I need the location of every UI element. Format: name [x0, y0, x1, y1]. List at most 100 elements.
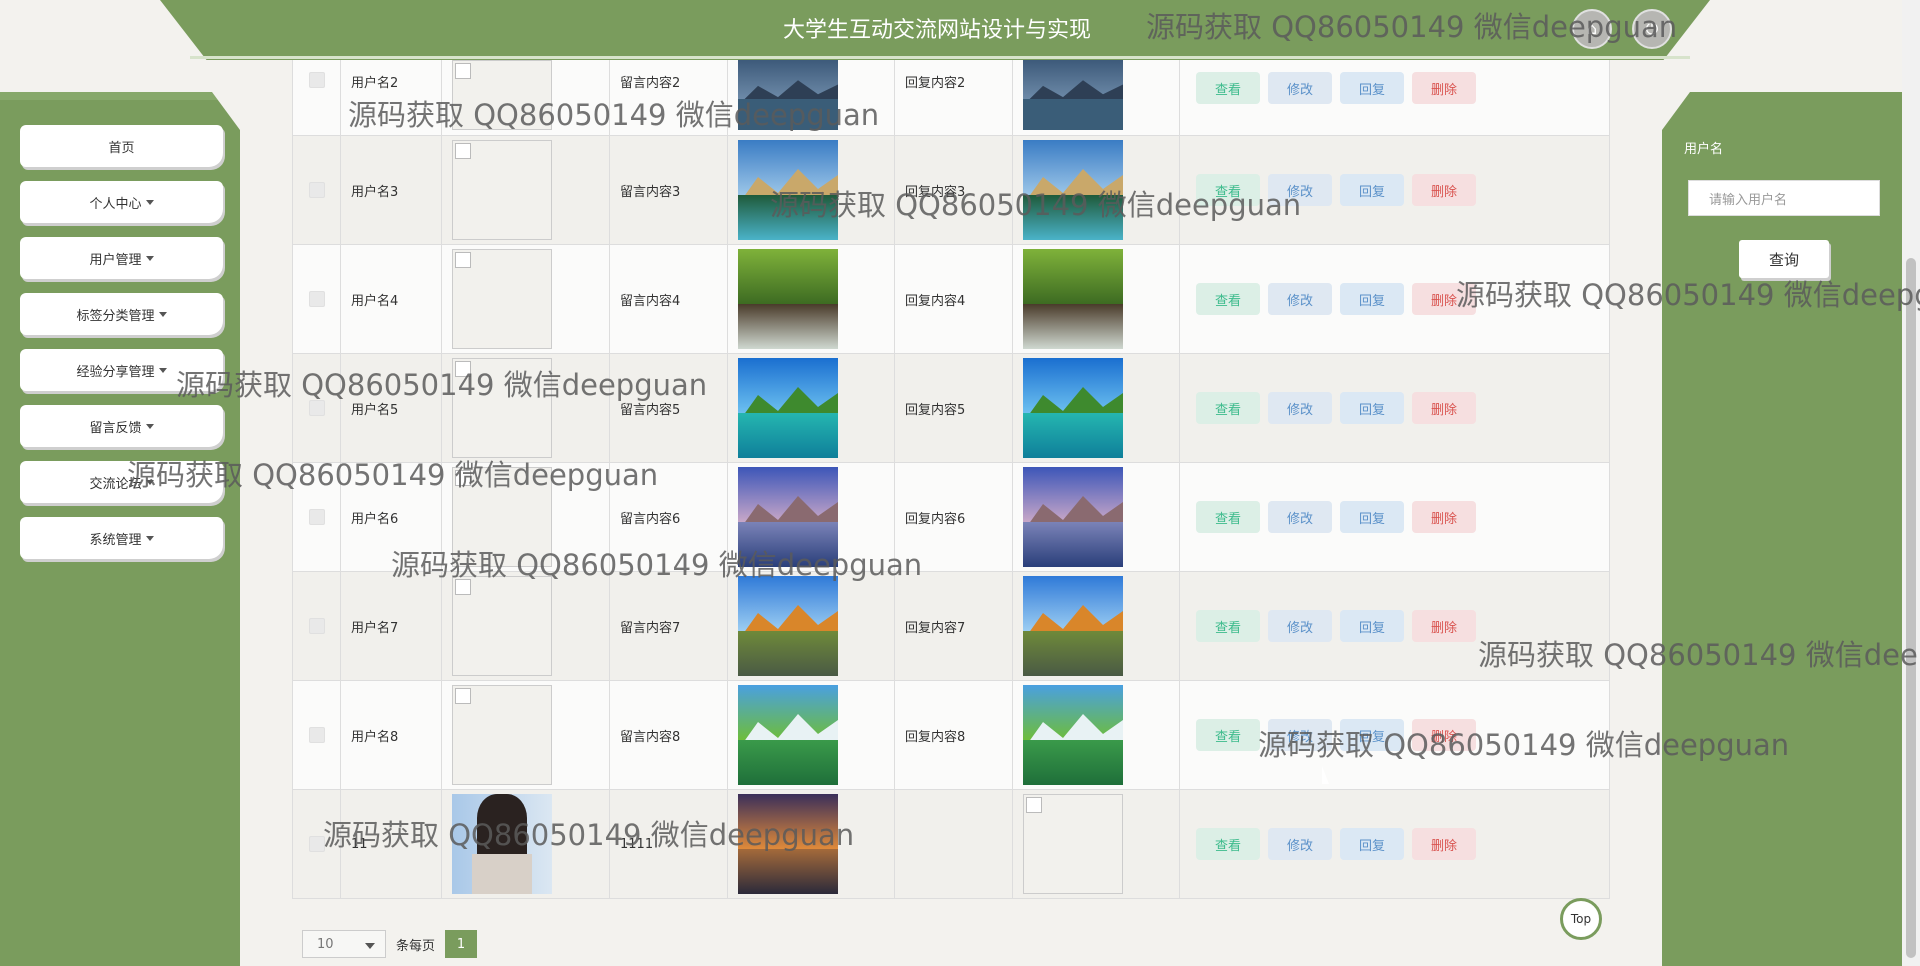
- delete-button[interactable]: 删除: [1412, 610, 1476, 642]
- sidebar-item-tag-category[interactable]: 标签分类管理: [20, 293, 223, 335]
- message-cell: 1111: [620, 836, 654, 852]
- sidebar-item-personal-center[interactable]: 个人中心: [20, 181, 223, 223]
- delete-button[interactable]: 删除: [1412, 501, 1476, 533]
- reply-image: [1023, 140, 1123, 240]
- view-button[interactable]: 查看: [1196, 501, 1260, 533]
- delete-button[interactable]: 删除: [1412, 283, 1476, 315]
- edit-button[interactable]: 修改: [1268, 719, 1332, 751]
- message-cell: 留言内容6: [620, 511, 681, 527]
- view-button[interactable]: 查看: [1196, 828, 1260, 860]
- sidebar-item-label: 个人中心: [89, 196, 142, 212]
- chevron-down-icon: [145, 423, 154, 429]
- avatar-image: [452, 358, 552, 458]
- search-button[interactable]: 查询: [1739, 240, 1829, 278]
- sidebar-item-user-management[interactable]: 用户管理: [20, 237, 223, 279]
- message-image: [738, 685, 838, 785]
- feedback-table: 用户名2 留言内容2 回复内容2 查看 修改 回复 删除 用户名3 留言内容3 …: [292, 60, 1610, 899]
- delete-button[interactable]: 删除: [1412, 392, 1476, 424]
- row-checkbox[interactable]: [308, 836, 325, 852]
- view-button[interactable]: 查看: [1196, 610, 1260, 642]
- scrollbar-thumb[interactable]: [1906, 258, 1916, 958]
- avatar-image: [452, 467, 552, 567]
- view-button[interactable]: 查看: [1196, 174, 1260, 206]
- sidebar-item-home[interactable]: 首页: [20, 125, 223, 167]
- row-checkbox[interactable]: [308, 509, 325, 525]
- message-image: [738, 140, 838, 240]
- edit-button[interactable]: 修改: [1268, 501, 1332, 533]
- chevron-down-icon: [145, 535, 154, 541]
- home-icon[interactable]: ⌂: [1572, 9, 1612, 49]
- row-checkbox[interactable]: [308, 182, 325, 198]
- edit-button[interactable]: 修改: [1268, 610, 1332, 642]
- edit-button[interactable]: 修改: [1268, 392, 1332, 424]
- reply-cell: 回复内容2: [905, 76, 966, 91]
- message-image: [738, 576, 838, 676]
- page-title: 大学生互动交流网站设计与实现: [783, 18, 1092, 43]
- row-checkbox[interactable]: [308, 72, 325, 88]
- back-to-top-button[interactable]: Top: [1560, 898, 1602, 940]
- view-button[interactable]: 查看: [1196, 72, 1260, 104]
- table-row: 用户名8 留言内容8 回复内容8 查看 修改 回复 删除: [292, 681, 1610, 790]
- search-input[interactable]: 请输入用户名: [1688, 180, 1880, 216]
- message-cell: 留言内容3: [620, 184, 681, 200]
- table-row: 用户名5 留言内容5 回复内容5 查看 修改 回复 删除: [292, 354, 1610, 463]
- reply-image: [1023, 249, 1123, 349]
- avatar-image: [452, 685, 552, 785]
- chevron-down-icon: [145, 479, 154, 485]
- sidebar-item-label: 留言反馈: [89, 420, 142, 436]
- view-button[interactable]: 查看: [1196, 719, 1260, 751]
- delete-button[interactable]: 删除: [1412, 828, 1476, 860]
- sidebar-item-system[interactable]: 系统管理: [20, 517, 223, 559]
- logout-icon[interactable]: ⏻: [1632, 9, 1672, 49]
- mouse-cursor-icon: [1322, 766, 1329, 784]
- edit-button[interactable]: 修改: [1268, 72, 1332, 104]
- edit-button[interactable]: 修改: [1268, 283, 1332, 315]
- reply-cell: 回复内容8: [905, 729, 966, 745]
- sidebar-item-label: 首页: [108, 140, 135, 156]
- sidebar-item-forum[interactable]: 交流论坛: [20, 461, 223, 503]
- message-cell: 留言内容2: [620, 76, 681, 91]
- page-size-select[interactable]: 10: [302, 930, 386, 958]
- pagination: 10 条每页 1: [302, 930, 478, 958]
- username-cell: 用户名3: [351, 184, 399, 200]
- reply-button[interactable]: 回复: [1340, 174, 1404, 206]
- reply-image: [1023, 358, 1123, 458]
- username-cell: 用户名8: [351, 729, 399, 745]
- reply-button[interactable]: 回复: [1340, 283, 1404, 315]
- sidebar-item-feedback[interactable]: 留言反馈: [20, 405, 223, 447]
- view-button[interactable]: 查看: [1196, 283, 1260, 315]
- reply-image: [1023, 794, 1123, 894]
- sidebar-item-label: 经验分享管理: [76, 364, 155, 380]
- search-label: 用户名: [1684, 142, 1724, 157]
- reply-image: [1023, 467, 1123, 567]
- table-row: 用户名7 留言内容7 回复内容7 查看 修改 回复 删除: [292, 572, 1610, 681]
- chevron-down-icon: [145, 199, 154, 205]
- avatar-image: [452, 249, 552, 349]
- view-button[interactable]: 查看: [1196, 392, 1260, 424]
- sidebar-item-experience-sharing[interactable]: 经验分享管理: [20, 349, 223, 391]
- delete-button[interactable]: 删除: [1412, 174, 1476, 206]
- username-cell: 11: [351, 836, 368, 852]
- row-checkbox[interactable]: [308, 400, 325, 416]
- edit-button[interactable]: 修改: [1268, 174, 1332, 206]
- avatar-image: [452, 794, 552, 894]
- row-checkbox[interactable]: [308, 291, 325, 307]
- reply-button[interactable]: 回复: [1340, 392, 1404, 424]
- reply-button[interactable]: 回复: [1340, 72, 1404, 104]
- delete-button[interactable]: 删除: [1412, 72, 1476, 104]
- edit-button[interactable]: 修改: [1268, 828, 1332, 860]
- reply-image: [1023, 685, 1123, 785]
- page-button-current[interactable]: 1: [445, 930, 478, 958]
- reply-button[interactable]: 回复: [1340, 610, 1404, 642]
- delete-button[interactable]: 删除: [1412, 719, 1476, 751]
- avatar-image: [452, 140, 552, 240]
- reply-button[interactable]: 回复: [1340, 828, 1404, 860]
- reply-button[interactable]: 回复: [1340, 719, 1404, 751]
- row-checkbox[interactable]: [308, 618, 325, 634]
- sidebar-nav: 首页 个人中心 用户管理 标签分类管理 经验分享管理 留言反馈 交流论坛 系统管…: [20, 125, 223, 573]
- reply-button[interactable]: 回复: [1340, 501, 1404, 533]
- message-cell: 留言内容5: [620, 402, 681, 418]
- row-checkbox[interactable]: [308, 727, 325, 743]
- table-row: 用户名4 留言内容4 回复内容4 查看 修改 回复 删除: [292, 245, 1610, 354]
- chevron-down-icon: [158, 311, 167, 317]
